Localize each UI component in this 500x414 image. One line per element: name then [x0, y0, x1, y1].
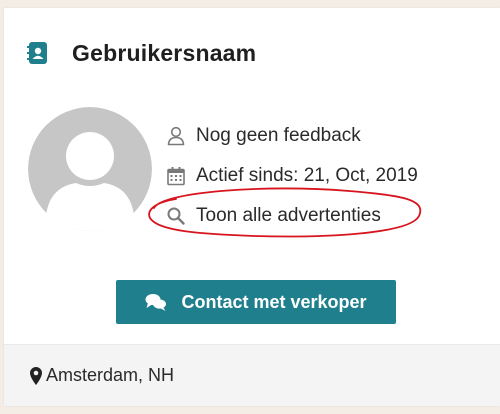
seller-card: Gebruikersnaam Nog geen feedback Actief … — [4, 8, 500, 406]
feedback-row: Nog geen feedback — [166, 116, 418, 156]
seller-username: Gebruikersnaam — [72, 39, 257, 66]
address-book-icon — [26, 41, 50, 65]
map-marker-icon — [30, 366, 42, 385]
user-outline-icon — [166, 126, 186, 146]
avatar — [28, 107, 152, 231]
seller-info: Nog geen feedback Actief sinds: 21, Oct,… — [166, 116, 418, 236]
contact-seller-label: Contact met verkoper — [181, 291, 367, 312]
active-since-row: Actief sinds: 21, Oct, 2019 — [166, 156, 418, 196]
comments-icon — [145, 292, 167, 312]
search-icon — [166, 206, 186, 226]
location-bar: Amsterdam, NH — [4, 344, 500, 406]
all-ads-row[interactable]: Toon alle advertenties — [166, 196, 418, 236]
seller-header: Gebruikersnaam — [26, 36, 256, 70]
contact-seller-button[interactable]: Contact met verkoper — [116, 280, 396, 324]
all-ads-link[interactable]: Toon alle advertenties — [196, 205, 381, 227]
feedback-text: Nog geen feedback — [196, 125, 361, 146]
calendar-icon — [166, 166, 186, 186]
location-text: Amsterdam, NH — [46, 365, 175, 385]
active-since-text: Actief sinds: 21, Oct, 2019 — [196, 165, 418, 186]
